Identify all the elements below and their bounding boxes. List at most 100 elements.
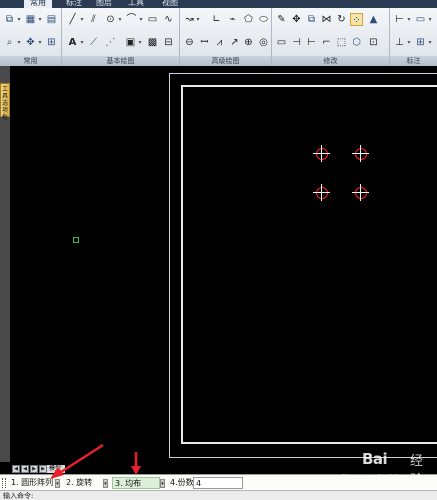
linear-dim-icon[interactable]: ⊢ xyxy=(393,13,406,26)
zoom-icon[interactable]: ⌕ xyxy=(3,36,16,49)
rectangle-icon[interactable]: ▭ xyxy=(146,13,159,26)
panel-title: 标注 xyxy=(390,56,437,66)
ribbon: ⧉ ▾ ▦ ▾ ▤ ⌕ ▾ ✥ ▾ ⊞ 常用 ╱ ▾ ⫽ ⊙ ▾ ⌒ ▾ ▭ ∿… xyxy=(0,8,437,66)
option-circular-array[interactable]: 1. 圆形阵列 xyxy=(9,477,55,489)
ellipse-icon[interactable]: ⬭ xyxy=(257,13,270,26)
panel-modify: ✎ ✥ ⧉ ⋈ ↻ ⁘ ▲ ▭ ⊣ ⊢ ⌐ ⬚ ⬡ ⊡ 修改 xyxy=(272,8,390,66)
copy-object-icon[interactable]: ⧉ xyxy=(305,13,318,26)
arc-icon[interactable]: ⌒ xyxy=(125,13,138,26)
chevron-down-icon[interactable]: ▾ xyxy=(103,479,108,488)
break-line-icon[interactable]: ⊖ xyxy=(183,36,196,49)
chevron-down-icon[interactable]: ▾ xyxy=(79,13,85,26)
chevron-down-icon[interactable]: ▾ xyxy=(427,13,433,26)
panel-title: 修改 xyxy=(272,56,389,66)
panel-common: ⧉ ▾ ▦ ▾ ▤ ⌕ ▾ ✥ ▾ ⊞ 常用 xyxy=(0,8,62,66)
mirror-icon[interactable]: ⋈ xyxy=(320,13,333,26)
chevron-down-icon[interactable]: ▾ xyxy=(117,13,123,26)
chevron-down-icon[interactable]: ▾ xyxy=(37,36,43,49)
chevron-down-icon[interactable]: ▾ xyxy=(16,36,22,49)
chevron-down-icon[interactable]: ▾ xyxy=(137,36,143,49)
hatch-icon[interactable]: ▩ xyxy=(146,36,159,49)
chevron-down-icon[interactable]: ▾ xyxy=(406,13,412,26)
chevron-down-icon[interactable]: ▾ xyxy=(138,13,144,26)
array-circle[interactable] xyxy=(313,184,330,201)
explode-icon[interactable]: ⬡ xyxy=(350,36,363,49)
array-circle[interactable] xyxy=(352,145,369,162)
pan-icon[interactable]: ✥ xyxy=(24,36,37,49)
copy-icon[interactable]: ⧉ xyxy=(3,13,16,26)
erase-icon[interactable]: ✎ xyxy=(275,13,288,26)
command-prompt[interactable]: 输入命令: xyxy=(0,490,437,500)
watermark-logo: Bai xyxy=(362,450,388,468)
nav-next-icon[interactable]: ▶ xyxy=(30,465,38,473)
text-icon[interactable]: A xyxy=(66,36,79,49)
stretch-icon[interactable]: ▭ xyxy=(275,36,288,49)
chevron-down-icon[interactable]: ▾ xyxy=(16,13,22,26)
panel-title: 常用 xyxy=(0,56,61,66)
left-dock-strip xyxy=(0,66,10,462)
zigzag-icon[interactable]: ⩘ xyxy=(213,36,226,49)
leader-icon[interactable]: ↗ xyxy=(228,36,241,49)
count-input[interactable]: 4 xyxy=(193,477,243,489)
extend-icon[interactable]: ⊢ xyxy=(305,36,318,49)
polyline-icon[interactable]: ⫽ xyxy=(87,13,100,26)
wave-line-icon[interactable]: ꟷ xyxy=(198,36,211,49)
rotate-icon[interactable]: ↻ xyxy=(335,13,348,26)
grip-handle[interactable] xyxy=(2,478,6,488)
revcloud-icon[interactable]: ⌁ xyxy=(226,13,239,26)
chevron-down-icon[interactable]: ▾ xyxy=(195,13,201,26)
chevron-down-icon[interactable]: ▾ xyxy=(406,36,412,49)
break-icon[interactable]: ⊡ xyxy=(367,36,380,49)
tab-home[interactable]: 常用 xyxy=(24,0,52,8)
tool-palette-tab[interactable]: 工具选项板 xyxy=(0,83,10,121)
panel-basic-draw: ╱ ▾ ⫽ ⊙ ▾ ⌒ ▾ ▭ ∿ A ▾ ⟋ ⋰ ▣ ▾ ▩ ⊟ 基本绘图 xyxy=(62,8,180,66)
chevron-down-icon[interactable]: ▾ xyxy=(79,36,85,49)
panel-advanced-draw: ↝ ▾ ∟ ⌁ ⬠ ⬭ ⊖ ꟷ ⩘ ↗ ⊕ ◎ 高级绘图 xyxy=(180,8,272,66)
tab-layers[interactable]: 图层 xyxy=(96,0,112,8)
panel-title: 基本绘图 xyxy=(62,56,179,66)
chevron-down-icon[interactable]: ▾ xyxy=(37,13,43,26)
option-distribute[interactable]: 3. 均布 xyxy=(112,477,160,489)
offset-icon[interactable]: ▲ xyxy=(367,13,380,26)
array-circle[interactable] xyxy=(352,184,369,201)
tool-palette-label: 工具选项板 xyxy=(2,86,9,121)
trim-icon[interactable]: ⊣ xyxy=(290,36,303,49)
dim-continue-icon[interactable]: ⊥ xyxy=(393,36,406,49)
polygon-icon[interactable]: ⬠ xyxy=(242,13,255,26)
properties-icon[interactable]: ▤ xyxy=(45,13,58,26)
tab-dimension[interactable]: 标注 xyxy=(66,0,82,8)
scale-icon[interactable]: ⬚ xyxy=(335,36,348,49)
table-icon[interactable]: ⊟ xyxy=(162,36,175,49)
option-rotate[interactable]: 2. 旋转 xyxy=(64,477,102,489)
chevron-down-icon[interactable]: ▾ xyxy=(55,479,60,488)
hole-icon[interactable]: ◎ xyxy=(257,36,270,49)
layer-icon[interactable]: ▦ xyxy=(24,13,37,26)
tab-tools[interactable]: 工具 xyxy=(128,0,144,8)
block-icon[interactable]: ▣ xyxy=(124,36,137,49)
spline-icon[interactable]: ∿ xyxy=(162,13,175,26)
nav-last-icon[interactable]: ▶ xyxy=(39,465,47,473)
panel-dimension: ⊢ ▾ ▭ ▾ ⊥ ▾ ⊞ ▾ 标注 xyxy=(390,8,437,66)
circle-icon[interactable]: ⊙ xyxy=(104,13,117,26)
nav-first-icon[interactable]: ◀ xyxy=(12,465,20,473)
nav-prev-icon[interactable]: ◀ xyxy=(21,465,29,473)
line-icon[interactable]: ╱ xyxy=(66,13,79,26)
point-icon[interactable]: ⋰ xyxy=(104,36,117,49)
chevron-down-icon[interactable]: ▾ xyxy=(160,479,165,488)
move-icon[interactable]: ✥ xyxy=(290,13,303,26)
array-icon[interactable]: ⁘ xyxy=(350,13,363,26)
tolerance-icon[interactable]: ⊞ xyxy=(414,36,427,49)
array-circle[interactable] xyxy=(313,145,330,162)
ortho-line-icon[interactable]: ∟ xyxy=(210,13,223,26)
watermark: Bai 经验 jingyan.baidu.com xyxy=(340,448,435,488)
match-properties-icon[interactable]: ⊞ xyxy=(45,36,58,49)
ribbon-tab-bar: 常用 标注 图层 工具 视图 xyxy=(0,0,437,8)
construction-line-icon[interactable]: ⟋ xyxy=(87,36,100,49)
tab-view[interactable]: 视图 xyxy=(162,0,178,8)
watermark-url: jingyan.baidu.com xyxy=(342,474,426,484)
dim-style-icon[interactable]: ▭ xyxy=(414,13,427,26)
fillet-icon[interactable]: ⌐ xyxy=(320,36,333,49)
chevron-down-icon[interactable]: ▾ xyxy=(427,36,433,49)
model-tab[interactable]: 模型 xyxy=(47,465,65,473)
centerline-icon[interactable]: ⊕ xyxy=(242,36,255,49)
